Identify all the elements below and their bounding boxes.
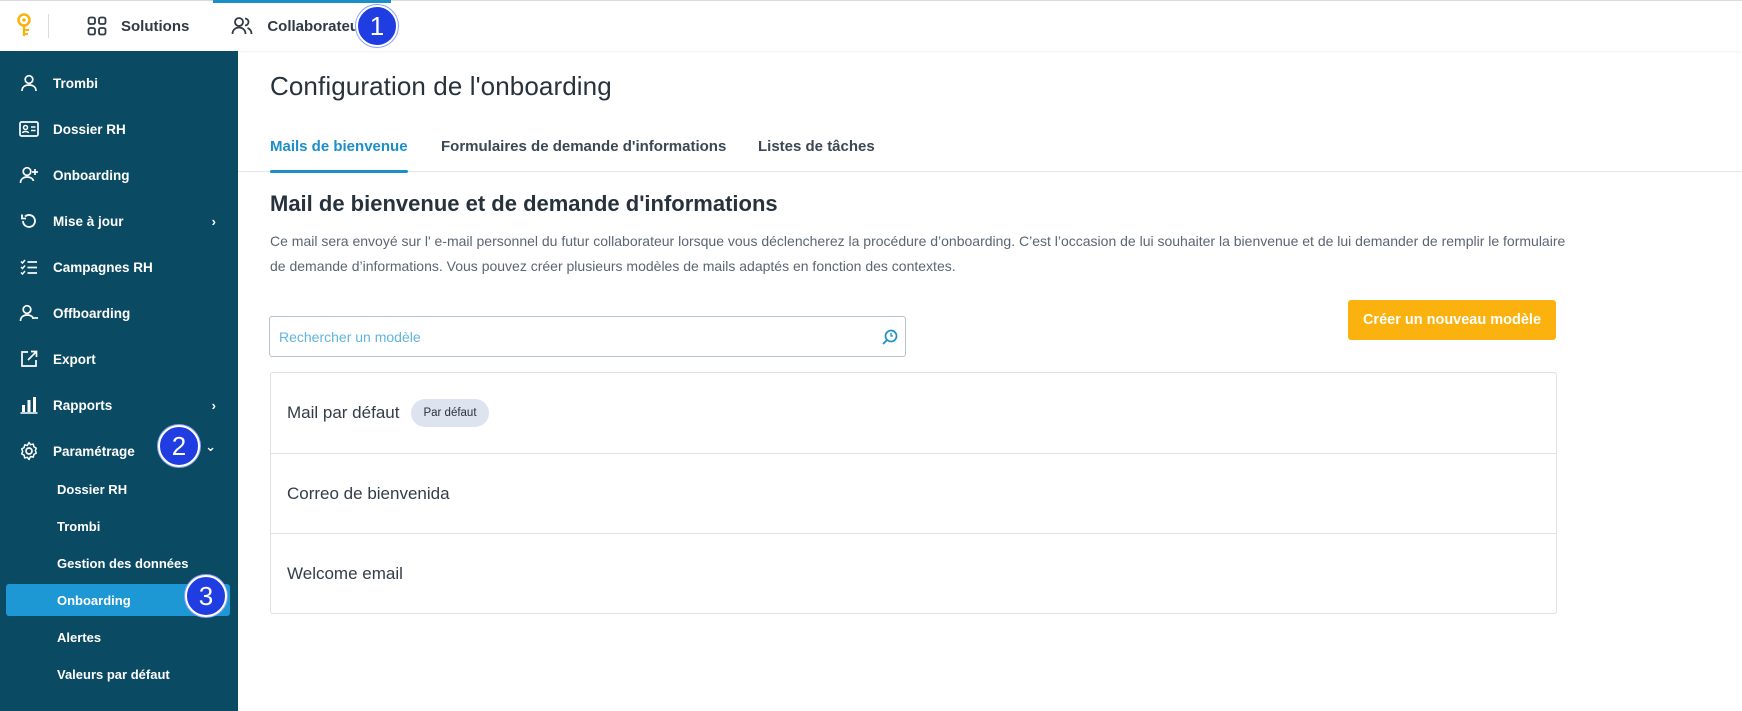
sidebar-subitem-gestion-des-donnees[interactable]: Gestion des données xyxy=(6,547,230,579)
sidebar-item-label: Paramétrage xyxy=(53,443,135,459)
grid-icon xyxy=(87,16,107,36)
tab-listes-de-taches[interactable]: Listes de tâches xyxy=(758,128,875,172)
user-icon xyxy=(18,72,40,94)
sidebar-subitem-dossier-rh[interactable]: Dossier RH xyxy=(6,473,230,505)
sidebar-item-label: Dossier RH xyxy=(53,121,126,137)
step-marker-1: 1 xyxy=(356,5,398,47)
sidebar-item-label: Rapports xyxy=(53,397,113,413)
search-box xyxy=(269,316,906,357)
sidebar-subitem-label: Alertes xyxy=(57,629,102,645)
create-template-button[interactable]: Créer un nouveau modèle xyxy=(1348,300,1556,340)
sidebar-subitem-valeurs-par-defaut[interactable]: Valeurs par défaut xyxy=(6,658,230,690)
template-row[interactable]: Mail par défaut Par défaut xyxy=(271,373,1556,453)
chevron-right-icon: › xyxy=(211,213,216,229)
users-icon xyxy=(231,17,253,35)
chevron-right-icon: › xyxy=(211,397,216,413)
sidebar-item-offboarding[interactable]: Offboarding xyxy=(0,293,238,333)
template-list: Mail par défaut Par défaut Correo de bie… xyxy=(270,372,1557,614)
sidebar-item-label: Offboarding xyxy=(53,305,131,321)
sidebar-item-parametrage[interactable]: Paramétrage ⌄ xyxy=(0,431,238,471)
template-name: Welcome email xyxy=(287,563,403,583)
topnav-solutions-label: Solutions xyxy=(121,17,190,35)
tab-mails-de-bienvenue[interactable]: Mails de bienvenue xyxy=(270,128,408,173)
refresh-icon xyxy=(18,210,40,232)
section-title: Mail de bienvenue et de demande d'inform… xyxy=(270,191,778,216)
user-plus-icon xyxy=(18,164,40,186)
checklist-icon xyxy=(18,256,40,278)
step-marker-2: 2 xyxy=(158,425,200,467)
search-icon[interactable] xyxy=(881,328,899,351)
sidebar-item-label: Campagnes RH xyxy=(53,259,153,275)
tab-label: Formulaires de demande d'informations xyxy=(441,138,727,155)
sidebar-item-mise-a-jour[interactable]: Mise à jour › xyxy=(0,201,238,241)
main-content: Configuration de l'onboarding Mails de b… xyxy=(238,51,1742,711)
gear-icon xyxy=(18,440,40,462)
sidebar-item-rapports[interactable]: Rapports › xyxy=(0,385,238,425)
sidebar-item-campagnes-rh[interactable]: Campagnes RH xyxy=(0,247,238,287)
sidebar-subitem-label: Onboarding xyxy=(57,592,131,608)
tab-label: Mails de bienvenue xyxy=(270,138,408,155)
bar-chart-icon xyxy=(18,394,40,416)
user-minus-icon xyxy=(18,302,40,324)
section-description: Ce mail sera envoyé sur l' e-mail person… xyxy=(270,233,1566,274)
sidebar-item-label: Onboarding xyxy=(53,167,130,183)
top-navigation-bar: Solutions Collaborateurs xyxy=(0,0,1742,51)
sidebar-subitem-label: Trombi xyxy=(57,518,101,534)
template-row[interactable]: Correo de bienvenida xyxy=(271,453,1556,533)
sidebar-item-label: Mise à jour xyxy=(53,213,124,229)
sidebar-subitem-alertes[interactable]: Alertes xyxy=(6,621,230,653)
template-name: Mail par défaut xyxy=(287,403,400,422)
sidebar-item-export[interactable]: Export xyxy=(0,339,238,379)
sidebar-subitem-trombi[interactable]: Trombi xyxy=(6,510,230,542)
sidebar-item-trombi[interactable]: Trombi xyxy=(0,63,238,103)
step-marker-3: 3 xyxy=(185,575,227,617)
search-input[interactable] xyxy=(270,317,850,356)
template-name: Correo de bienvenida xyxy=(287,483,450,503)
default-badge: Par défaut xyxy=(411,399,489,427)
tab-formulaires[interactable]: Formulaires de demande d'informations xyxy=(441,128,726,172)
sidebar-item-onboarding[interactable]: Onboarding xyxy=(0,155,238,195)
tab-label: Listes de tâches xyxy=(758,138,875,155)
sidebar-item-label: Trombi xyxy=(53,75,99,91)
topnav-solutions[interactable]: Solutions xyxy=(69,1,207,52)
page-title: Configuration de l'onboarding xyxy=(270,71,612,101)
sidebar-item-label: Export xyxy=(53,351,96,367)
sidebar-item-dossier-rh[interactable]: Dossier RH xyxy=(0,109,238,149)
external-link-icon xyxy=(18,348,40,370)
topbar-divider xyxy=(48,14,49,38)
sidebar-subitem-label: Dossier RH xyxy=(57,481,128,497)
id-card-icon xyxy=(18,118,40,140)
tab-bar: Mails de bienvenue Formulaires de demand… xyxy=(238,128,1742,173)
chevron-down-icon: ⌄ xyxy=(205,439,216,454)
logo-icon[interactable] xyxy=(0,1,48,52)
sidebar-subitem-label: Valeurs par défaut xyxy=(57,666,170,682)
template-row[interactable]: Welcome email xyxy=(271,533,1556,613)
sidebar-subitem-label: Gestion des données xyxy=(57,555,189,571)
